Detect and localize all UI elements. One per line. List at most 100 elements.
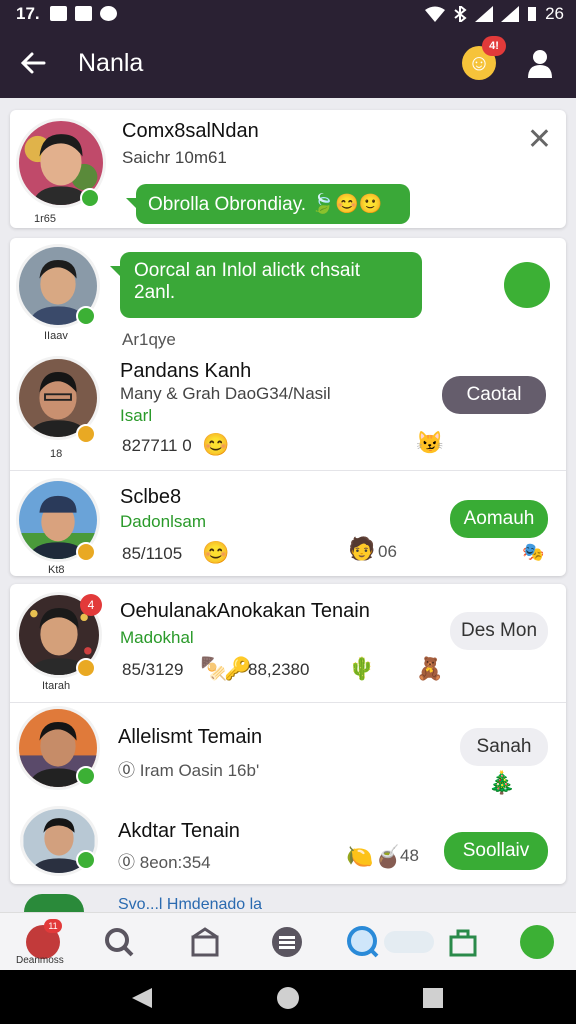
contact-meta: 85/1105 [122, 544, 183, 563]
wifi-icon [425, 6, 446, 22]
avatar-caption: Kt8 [48, 564, 65, 576]
avatar-caption: 1r65 [34, 213, 57, 225]
search-icon[interactable] [102, 925, 136, 959]
notification-icons [50, 6, 117, 21]
contact-name: Pandans Kanh [120, 360, 252, 382]
back-arrow-icon[interactable] [18, 48, 48, 78]
user-icon[interactable] [526, 48, 554, 78]
contact-meta-2: 88,2380 [248, 660, 310, 679]
contact-name: Sclbe8 [120, 486, 182, 508]
contact-tag: Isarl [120, 406, 153, 425]
action-button[interactable]: Soollaiv [444, 832, 548, 870]
contact-name: Akdtar Tenain [118, 820, 240, 842]
bear-emoji-icon: 🧸 [416, 656, 444, 681]
contact-meta: 85/3129 [122, 660, 184, 679]
chat-card-3: 4 Itarah OehulanakAnokakan Tenain Madokh… [10, 584, 566, 884]
contact-meta-text: 8eon:354 [139, 853, 211, 872]
reply-label: Caotal [466, 384, 522, 405]
contact-name: Allelismt Temain [118, 726, 263, 748]
online-status-icon [76, 658, 96, 678]
more-icon[interactable] [520, 925, 554, 959]
chat-card-2: IIaav Oorcal an Inlol alictk chsait 2anl… [10, 238, 566, 576]
bottom-navigation: 11 Deanmoss [0, 912, 576, 970]
contact-status: Many & Grah DaoG34/Nasil [120, 384, 331, 403]
contact-meta-2: 06 [378, 542, 397, 561]
gift-icon[interactable] [188, 925, 222, 959]
online-status-icon [76, 850, 96, 870]
contact-name: OehulanakAnokakan Tenain [120, 600, 370, 622]
smile-emoji-icon: 😊 [202, 432, 230, 457]
signal-icon [475, 6, 494, 22]
notification-icon [50, 6, 67, 21]
reply-button[interactable]: Caotal [442, 376, 546, 414]
section-label: Ar1qye [122, 330, 176, 349]
contact-meta: 827711 0 [122, 436, 192, 455]
status-bar: 17. 26 [0, 0, 576, 28]
status-pill [384, 931, 434, 953]
contact-status: Saichr 10m61 [122, 148, 227, 167]
contact-name: Comx8salNdan [122, 120, 259, 142]
bluetooth-icon [454, 6, 467, 22]
contact-meta-text: Iram Oasin 16b' [139, 761, 260, 780]
next-card-peek: Svo...l Hmdenado la [118, 896, 263, 912]
sticker-icon: 🎭 [522, 542, 545, 562]
leaf-icon[interactable] [504, 262, 550, 308]
smile-emoji-icon: 😊 [202, 540, 230, 565]
online-status-icon [76, 424, 96, 444]
system-indicators: 26 [425, 4, 564, 24]
reply-label: Sanah [476, 736, 532, 757]
bag-icon[interactable] [446, 925, 480, 959]
contact-meta: ⓪ 8eon:354 [118, 853, 211, 872]
message-text-2: 2anl. [134, 282, 176, 303]
reply-label: Des Mon [460, 620, 538, 641]
cactus-emoji-icon: 🌵 [348, 656, 376, 681]
recents-nav-icon[interactable] [422, 987, 444, 1009]
online-status-icon [76, 766, 96, 786]
notification-badge: 4! [482, 36, 506, 56]
app-icon [100, 6, 117, 21]
avatar-caption: Itarah [42, 680, 71, 692]
signal-icon-2 [501, 6, 520, 22]
cat-emoji-icon: 😼 [416, 430, 444, 455]
avatar-caption: IIaav [44, 330, 68, 342]
online-status-icon [76, 306, 96, 326]
tree-emoji-icon: 🎄 [488, 770, 516, 795]
close-icon[interactable]: ✕ [527, 122, 552, 157]
divider [10, 702, 566, 703]
battery-percent: 26 [545, 4, 564, 23]
contact-tag: Dadonlsam [120, 512, 206, 531]
reply-button[interactable]: Sanah [460, 728, 548, 766]
page-title: Nanla [78, 49, 144, 77]
action-label: Soollaiv [462, 840, 530, 861]
action-label: Aomauh [463, 508, 535, 529]
avatar-caption: 18 [50, 448, 63, 460]
message-text: Oorcal an Inlol alictk chsait [134, 260, 360, 281]
sticker-icons: 🍃😊🙂 [311, 194, 383, 215]
home-label: Deanmoss [16, 955, 64, 966]
contact-tag: Madokhal [120, 628, 194, 647]
chat-card-1[interactable]: 1r65 Comx8salNdan Saichr 10m61 ✕ Obrolla… [10, 110, 566, 228]
action-button[interactable]: Aomauh [450, 500, 548, 538]
nav-badge: 11 [44, 919, 62, 933]
lime-emoji-icon: 🍋 [346, 844, 374, 869]
app-bar: Nanla ☺ 4! [0, 28, 576, 98]
online-status-icon [80, 188, 100, 208]
message-bubble[interactable]: Oorcal an Inlol alictk chsait 2anl. [110, 252, 422, 318]
person-emoji-icon: 🧑 [348, 536, 376, 561]
system-navigation [0, 970, 576, 1024]
chat-search-icon[interactable] [346, 925, 380, 959]
home-nav-icon[interactable] [276, 986, 300, 1010]
notification-badge: 4 [80, 594, 102, 616]
online-status-icon [76, 542, 96, 562]
figure-emoji-icon: 🧉 [374, 844, 402, 869]
message-icon [75, 6, 92, 21]
reply-button[interactable]: Des Mon [450, 612, 548, 650]
status-time: 17. [16, 4, 40, 23]
contact-meta-2: 48 [400, 846, 419, 865]
battery-icon [528, 7, 537, 21]
next-avatar-peek [24, 894, 84, 912]
back-nav-icon[interactable] [130, 986, 154, 1010]
message-bubble[interactable]: Obrolla Obrondiay. 🍃😊🙂 [126, 184, 410, 224]
list-icon[interactable] [270, 925, 304, 959]
divider [10, 470, 566, 471]
